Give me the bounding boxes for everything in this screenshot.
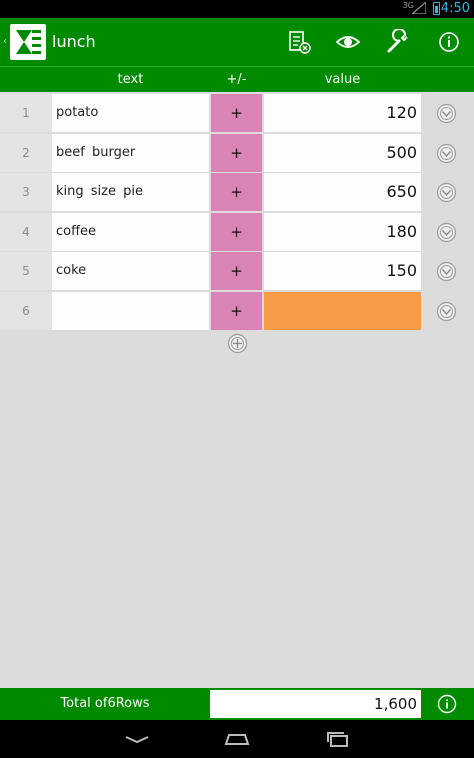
text-cell[interactable]: king size pie xyxy=(52,173,209,211)
row-number: 1 xyxy=(0,94,52,132)
value-cell[interactable]: 150 xyxy=(264,252,421,290)
row-number: 3 xyxy=(0,173,52,211)
row-number: 5 xyxy=(0,252,52,290)
text-cell[interactable]: coke xyxy=(52,252,209,290)
table-row: 3 king size pie +650 xyxy=(0,173,474,211)
value-cell[interactable]: 180 xyxy=(264,212,421,251)
text-cell[interactable] xyxy=(52,291,209,330)
sign-toggle-button[interactable]: + xyxy=(211,94,262,132)
row-number: 2 xyxy=(0,133,52,172)
sign-toggle-button[interactable]: + xyxy=(211,133,262,172)
sign-toggle-button[interactable]: + xyxy=(211,291,262,330)
value-cell[interactable]: 120 xyxy=(264,94,421,132)
sign-toggle-button[interactable]: + xyxy=(211,173,262,211)
row-number: 4 xyxy=(0,212,52,251)
footer-info-icon[interactable] xyxy=(436,693,458,715)
text-cell[interactable]: beef burger xyxy=(52,133,209,172)
navigation-bar xyxy=(0,720,474,758)
up-caret-icon[interactable]: ‹ xyxy=(3,36,9,48)
row-menu-icon[interactable] xyxy=(436,182,457,203)
text-cell[interactable]: coffee xyxy=(52,212,209,251)
table-row: 6 + xyxy=(0,291,474,330)
table-row: 2 beef burger +500 xyxy=(0,133,474,172)
text-cell[interactable]: potato xyxy=(52,94,209,132)
wrench-icon[interactable] xyxy=(385,28,411,55)
row-menu-icon[interactable] xyxy=(436,103,457,124)
table-row: 1 potato +120 xyxy=(0,94,474,132)
action-bar: ‹ lunch xyxy=(0,18,474,66)
total-bar: Total of6Rows 1,600 xyxy=(0,688,474,720)
signal-icon xyxy=(412,2,426,14)
row-menu-icon[interactable] xyxy=(436,261,457,282)
battery-icon xyxy=(433,2,440,15)
column-value-header: value xyxy=(324,72,361,87)
table-row: 4 coffee +180 xyxy=(0,212,474,251)
sign-toggle-button[interactable]: + xyxy=(211,212,262,251)
row-number: 6 xyxy=(0,291,52,330)
value-cell[interactable] xyxy=(264,291,421,330)
table-row: 5 coke +150 xyxy=(0,252,474,290)
column-text-header: text xyxy=(117,72,144,87)
row-menu-icon[interactable] xyxy=(436,301,457,322)
home-icon[interactable] xyxy=(222,728,252,750)
eye-icon[interactable] xyxy=(335,29,361,55)
app-logo-icon[interactable] xyxy=(10,24,46,60)
recent-apps-icon[interactable] xyxy=(323,728,353,750)
clock: 4:50 xyxy=(440,1,470,16)
row-menu-icon[interactable] xyxy=(436,143,457,164)
add-row-icon[interactable] xyxy=(227,333,248,354)
total-label: Total of6Rows xyxy=(60,696,150,711)
status-bar: 3G 4:50 xyxy=(0,0,474,18)
column-header: text +/- value xyxy=(0,66,474,92)
clear-sheet-icon[interactable] xyxy=(286,29,312,55)
sheet-title: lunch xyxy=(52,32,96,51)
total-value: 1,600 xyxy=(210,690,421,718)
column-pm-header: +/- xyxy=(226,72,247,87)
info-icon[interactable] xyxy=(436,29,462,55)
sign-toggle-button[interactable]: + xyxy=(211,252,262,290)
row-menu-icon[interactable] xyxy=(436,222,457,243)
value-cell[interactable]: 650 xyxy=(264,173,421,211)
value-cell[interactable]: 500 xyxy=(264,133,421,172)
back-icon[interactable] xyxy=(122,728,152,750)
